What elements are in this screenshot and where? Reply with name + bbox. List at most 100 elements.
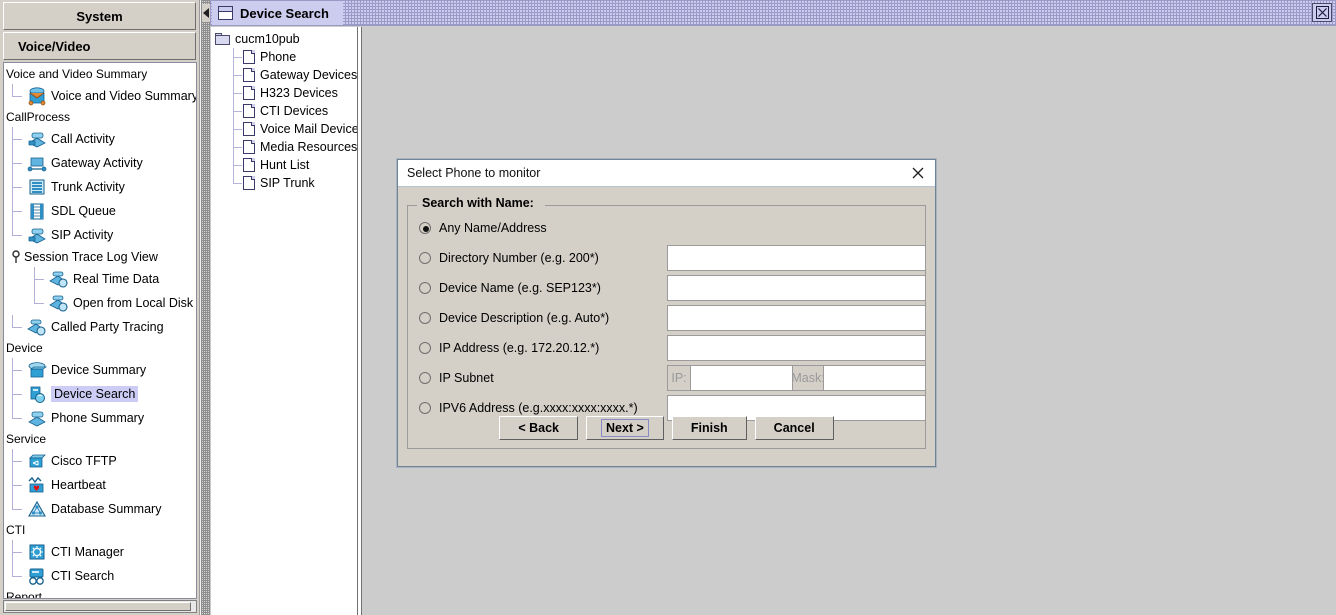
cti-manager-icon	[26, 542, 48, 562]
tree-item-sip-trunk[interactable]: SIP Trunk	[211, 174, 357, 192]
next-button[interactable]: Next >	[585, 416, 664, 440]
radio-directory-number[interactable]	[419, 252, 431, 264]
tree-item-hunt-list[interactable]: Hunt List	[211, 156, 357, 174]
device-name-input[interactable]	[667, 275, 926, 301]
accordion-voice-video[interactable]: Voice/Video	[3, 32, 196, 60]
tree-item-voice-mail-devices[interactable]: Voice Mail Devices	[211, 120, 365, 138]
close-window-icon[interactable]	[1312, 3, 1332, 22]
directory-number-input[interactable]	[667, 245, 926, 271]
tree-connector	[12, 223, 26, 247]
tree-connector	[34, 291, 48, 315]
option-device-name[interactable]: Device Name (e.g. SEP123*)	[408, 273, 926, 303]
split-pane-divider[interactable]	[200, 0, 210, 615]
finish-button[interactable]: Finish	[671, 416, 747, 440]
groupbox-legend: Search with Name:	[419, 196, 537, 210]
tftp-icon	[26, 451, 48, 471]
sidebar-item-cti-manager[interactable]: CTI Manager	[4, 540, 196, 564]
sidebar-node-label: Session Trace Log View	[24, 250, 158, 264]
tree-connector	[12, 175, 26, 199]
subnet-mask-input[interactable]	[823, 366, 925, 390]
sidebar-item-sip-activity[interactable]: SIP Activity	[4, 223, 196, 247]
trunk-icon	[26, 177, 48, 197]
option-ip-address[interactable]: IP Address (e.g. 172.20.12.*)	[408, 333, 926, 363]
sidebar-item-label: CTI Search	[51, 569, 115, 583]
close-icon[interactable]	[909, 164, 927, 182]
tree-connector	[12, 358, 26, 382]
application-window: System Voice/Video Voice and Video Summa…	[0, 0, 1336, 615]
sidebar-item-called-party-tracing[interactable]: Called Party Tracing	[4, 315, 196, 339]
tree-root-cucm10pub[interactable]: cucm10pub	[211, 30, 357, 48]
sidebar-item-voice-and-video-summary[interactable]: Voice and Video Summary	[4, 84, 196, 108]
sidebar-item-label: Database Summary	[51, 502, 162, 516]
finish-button-label: Finish	[690, 421, 728, 435]
tree-item-media-resources[interactable]: Media Resources	[211, 138, 357, 156]
option-label: IP Address (e.g. 172.20.12.*)	[439, 341, 600, 355]
sidebar-item-heartbeat[interactable]: Heartbeat	[4, 473, 196, 497]
sidebar-item-call-activity[interactable]: Call Activity	[4, 127, 196, 151]
sidebar-item-label: Call Activity	[51, 132, 115, 146]
tree-item-gateway-devices[interactable]: Gateway Devices	[211, 66, 357, 84]
tree-connector	[12, 151, 26, 175]
phone-search-icon	[48, 269, 70, 289]
tree-connector	[12, 406, 26, 430]
sidebar-item-label: CTI Manager	[51, 545, 124, 559]
sidebar-item-phone-summary[interactable]: Phone Summary	[4, 406, 196, 430]
select-phone-dialog: Select Phone to monitor Search with Name…	[397, 159, 936, 467]
sidebar-horizontal-scrollbar[interactable]	[3, 600, 197, 613]
tree-item-label: Gateway Devices	[260, 68, 358, 82]
sidebar-node-session-trace-log-view[interactable]: Session Trace Log View	[4, 247, 196, 267]
tree-connector	[12, 199, 26, 223]
sidebar-tree[interactable]: Voice and Video Summary Voice and Video …	[3, 62, 197, 599]
dialog-body: Search with Name: Any Name/Address Direc…	[398, 187, 935, 449]
radio-ip-subnet[interactable]	[419, 372, 431, 384]
dialog-button-row: < Back Next > Finish Cancel	[398, 416, 935, 440]
radio-ipv6-address[interactable]	[419, 402, 431, 414]
node-knob-icon[interactable]	[8, 250, 24, 264]
ip-address-input[interactable]	[667, 335, 926, 361]
sidebar-item-device-summary[interactable]: Device Summary	[4, 358, 196, 382]
tree-item-cti-devices[interactable]: CTI Devices	[211, 102, 357, 120]
dialog-title: Select Phone to monitor	[407, 166, 541, 180]
phone-search-icon	[48, 293, 70, 313]
triangle-left-icon	[203, 8, 209, 18]
option-device-description[interactable]: Device Description (e.g. Auto*)	[408, 303, 926, 333]
sidebar-item-label: Trunk Activity	[51, 180, 125, 194]
sidebar-item-database-summary[interactable]: Database Summary	[4, 497, 196, 521]
accordion-system[interactable]: System	[3, 2, 196, 30]
radio-any-name-address[interactable]	[419, 222, 431, 234]
sidebar-item-open-from-local-disk[interactable]: Open from Local Disk	[4, 291, 196, 315]
collapse-sidebar-button[interactable]	[202, 4, 210, 22]
sidebar-item-label: Phone Summary	[51, 411, 145, 425]
sidebar-item-gateway-activity[interactable]: Gateway Activity	[4, 151, 196, 175]
radio-ip-address[interactable]	[419, 342, 431, 354]
phone-icon	[26, 408, 48, 428]
sidebar-item-device-search[interactable]: Device Search	[4, 382, 196, 406]
scrollbar-thumb[interactable]	[5, 602, 191, 611]
device-description-input[interactable]	[667, 305, 926, 331]
tree-item-phone[interactable]: Phone	[211, 48, 357, 66]
document-icon	[243, 158, 255, 172]
radio-device-name[interactable]	[419, 282, 431, 294]
cancel-button[interactable]: Cancel	[754, 416, 834, 440]
back-button-label: < Back	[518, 421, 559, 435]
device-tree-panel[interactable]: cucm10pub Phone Gateway Devices H323 Dev…	[211, 27, 365, 615]
sidebar-item-real-time-data[interactable]: Real Time Data	[4, 267, 196, 291]
sidebar-item-cisco-tftp[interactable]: Cisco TFTP	[4, 449, 196, 473]
option-directory-number[interactable]: Directory Number (e.g. 200*)	[408, 243, 926, 273]
tab-device-search[interactable]: Device Search	[212, 1, 343, 25]
groupbox-border-left	[408, 205, 417, 206]
back-button[interactable]: < Back	[499, 416, 578, 440]
option-any-name-address[interactable]: Any Name/Address	[408, 213, 925, 243]
tab-bar: Device Search	[210, 0, 1336, 26]
option-ip-subnet[interactable]: IP Subnet IP: Mask:	[408, 363, 926, 393]
radio-device-description[interactable]	[419, 312, 431, 324]
device-summary-icon	[26, 360, 48, 380]
sidebar-item-cti-search[interactable]: CTI Search	[4, 564, 196, 588]
sidebar-item-sdl-queue[interactable]: SDL Queue	[4, 199, 196, 223]
tree-connector	[12, 127, 26, 151]
tree-item-h323-devices[interactable]: H323 Devices	[211, 84, 357, 102]
subnet-ip-input[interactable]	[690, 366, 793, 390]
dialog-title-bar: Select Phone to monitor	[398, 160, 935, 187]
sidebar-item-trunk-activity[interactable]: Trunk Activity	[4, 175, 196, 199]
document-icon	[243, 86, 255, 100]
